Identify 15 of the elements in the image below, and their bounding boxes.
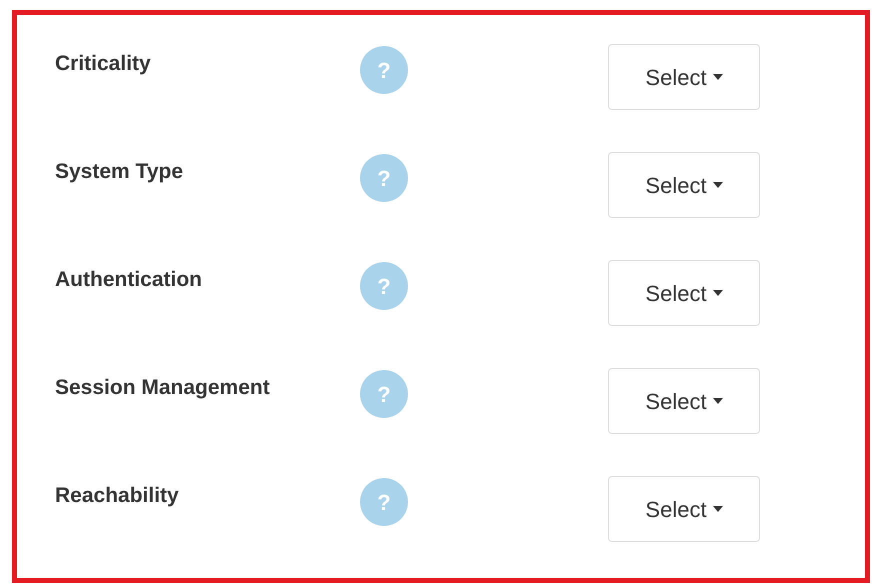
field-label: Session Management — [55, 375, 271, 401]
select-dropdown[interactable]: Select — [608, 152, 760, 218]
caret-icon — [712, 506, 723, 512]
select-dropdown[interactable]: Select — [608, 260, 760, 326]
field-label: Criticality — [55, 51, 152, 77]
caret-icon — [712, 398, 723, 404]
select-dropdown[interactable]: Select — [608, 44, 760, 110]
field-label: System Type — [55, 159, 184, 185]
field-label: Authentication — [55, 267, 203, 293]
select-dropdown[interactable]: Select — [608, 368, 760, 434]
caret-icon — [712, 290, 723, 296]
field-label: Reachability — [55, 483, 180, 509]
caret-icon — [712, 74, 723, 80]
caret-icon — [712, 182, 723, 188]
select-dropdown[interactable]: Select — [608, 476, 760, 542]
